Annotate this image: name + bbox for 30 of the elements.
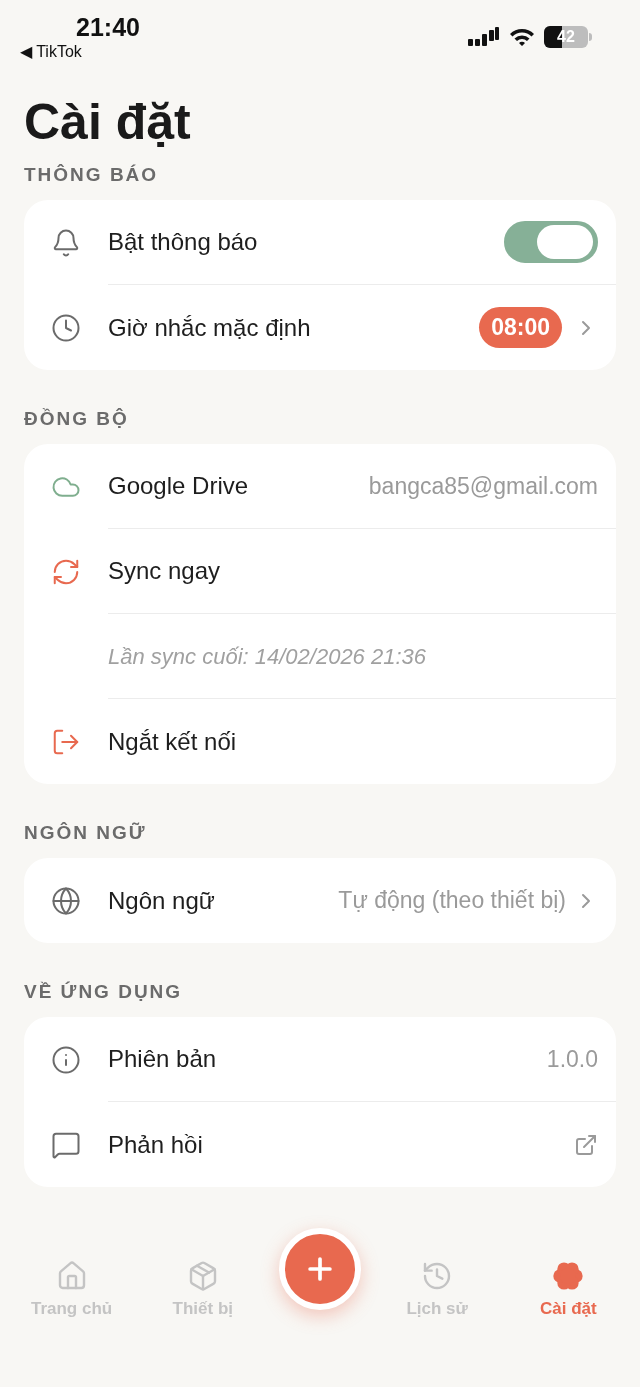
section-header: ĐỒNG BỘ	[24, 407, 130, 431]
row-label: Google Drive	[108, 471, 249, 501]
back-to-app-link[interactable]: ◀ TikTok	[20, 42, 140, 62]
toggle-switch[interactable]	[504, 221, 598, 263]
row-label[interactable]: Ngắt kết nối	[108, 723, 237, 760]
info-icon	[51, 1044, 81, 1075]
add-button[interactable]	[278, 1228, 361, 1310]
row-value: Tự động (theo thiết bị)	[338, 886, 566, 916]
section-header: THÔNG BÁO	[24, 163, 160, 187]
row-label[interactable]: Ngôn ngữ	[108, 882, 215, 919]
row-label: Phiên bản	[108, 1044, 217, 1074]
section-header: VỀ ỨNG DỤNG	[24, 980, 184, 1004]
section-header: NGÔN NGỮ	[24, 821, 148, 845]
clock-icon	[51, 312, 81, 343]
globe-icon	[51, 885, 81, 916]
last-sync-note: Lần sync cuối: 14/02/2026 21:36	[108, 642, 427, 671]
row-label[interactable]: Sync ngay	[108, 553, 221, 589]
page-title: Cài đặt	[23, 93, 192, 152]
status-time: 21:40	[76, 12, 140, 42]
row-label[interactable]: Phản hồi	[108, 1126, 203, 1163]
row-label: Bật thông báo	[108, 227, 258, 257]
row-label[interactable]: Giờ nhắc mặc định	[108, 309, 311, 346]
signal-icon	[468, 27, 500, 47]
row-value: 1.0.0	[546, 1044, 598, 1074]
external-link-icon	[574, 1132, 598, 1157]
bell-icon	[51, 227, 81, 258]
row-value: bangca85@gmail.com	[368, 471, 598, 501]
time-badge: 08:00	[479, 307, 562, 348]
flower-icon	[552, 1260, 585, 1292]
wifi-icon	[508, 27, 536, 47]
